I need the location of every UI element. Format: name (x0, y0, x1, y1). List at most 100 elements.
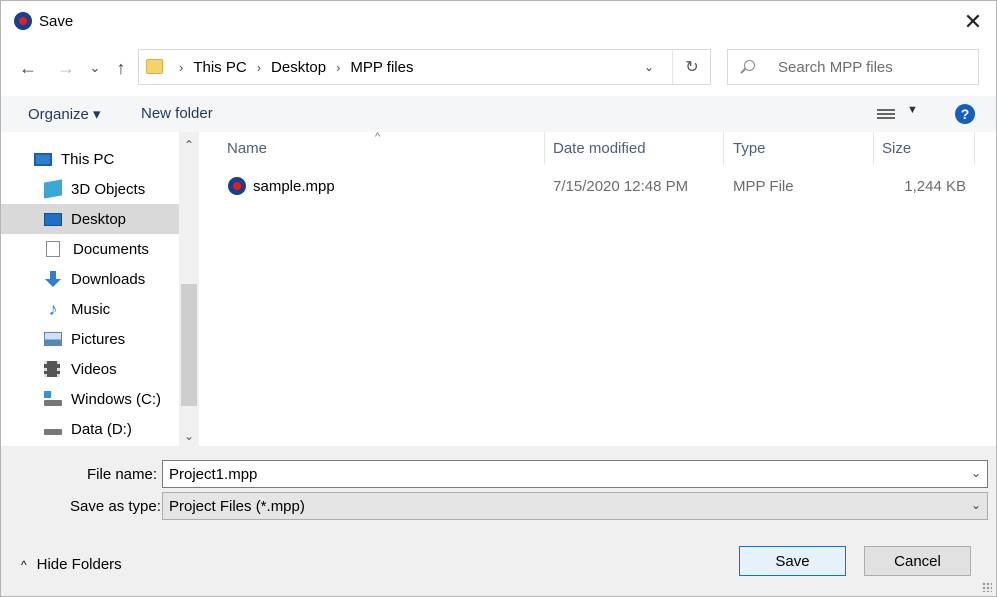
search-icon (744, 60, 755, 71)
hide-folders-label: Hide Folders (36, 556, 122, 573)
column-header-name[interactable]: Name (227, 140, 267, 157)
sidebar-item-label: 3D Objects (71, 180, 146, 198)
cancel-button[interactable]: Cancel (864, 546, 971, 576)
sidebar-item-label: Music (71, 300, 111, 318)
breadcrumb: › This PC › Desktop › MPP files (169, 50, 413, 84)
sidebar-item-documents[interactable]: Documents (1, 234, 179, 264)
breadcrumb-mpp-files[interactable]: MPP files (350, 59, 413, 76)
close-button[interactable]: ✕ (950, 1, 996, 43)
file-date: 7/15/2020 12:48 PM (553, 178, 689, 195)
save-button[interactable]: Save (739, 546, 846, 576)
sidebar-item-pictures[interactable]: Pictures (1, 324, 179, 354)
save-as-type-label: Save as type: (70, 498, 161, 515)
scroll-thumb[interactable] (181, 284, 197, 406)
close-icon: ✕ (963, 9, 983, 34)
sidebar-item-videos[interactable]: Videos (1, 354, 179, 384)
sidebar-item-label: Downloads (71, 270, 146, 288)
scroll-down-button[interactable]: ⌄ (179, 426, 199, 446)
up-button[interactable]: ↑ (107, 53, 135, 83)
breadcrumb-this-pc[interactable]: This PC (193, 59, 246, 76)
sidebar-item-desktop[interactable]: Desktop (1, 204, 179, 234)
mpp-file-icon (228, 177, 246, 195)
search-placeholder[interactable]: Search MPP files (778, 59, 893, 76)
breadcrumb-separator: › (179, 59, 184, 75)
breadcrumb-separator: › (336, 59, 341, 75)
save-dialog: Save ✕ ← → ⌄ ↑ › This PC › Desktop › MPP… (0, 0, 997, 597)
address-dropdown-button[interactable]: ⌄ (634, 50, 664, 84)
sidebar-item-3d-objects[interactable]: 3D Objects (1, 174, 179, 204)
column-divider[interactable] (974, 132, 975, 164)
sidebar-item-windows-c[interactable]: Windows (C:) (1, 384, 179, 414)
computer-icon (34, 152, 52, 166)
view-dropdown-icon[interactable]: ▼ (907, 104, 918, 116)
navigation-pane: This PC 3D Objects Desktop Documents Dow… (1, 132, 200, 446)
column-header-size[interactable]: Size (882, 140, 911, 157)
music-icon: ♪ (48, 299, 58, 319)
project-app-icon (14, 12, 32, 30)
column-header-date-modified[interactable]: Date modified (553, 140, 646, 157)
forward-button[interactable]: → (51, 53, 81, 83)
help-icon[interactable]: ? (955, 104, 975, 124)
chevron-down-icon: ⌄ (643, 60, 655, 74)
drive-icon (44, 421, 62, 437)
file-name-value[interactable]: Project1.mpp (169, 466, 257, 483)
cube-icon (44, 179, 62, 199)
sidebar-item-label: Desktop (71, 210, 127, 228)
file-name-field[interactable]: Project1.mpp ⌄ (162, 460, 988, 488)
file-type: MPP File (733, 178, 794, 195)
new-folder-button[interactable]: New folder (141, 105, 213, 122)
sidebar-item-label: Videos (71, 360, 117, 378)
sidebar-item-label: This PC (61, 150, 115, 168)
download-icon (44, 271, 62, 287)
film-icon (44, 361, 60, 377)
scroll-up-button[interactable]: ⌃ (179, 135, 199, 155)
recent-locations-button[interactable]: ⌄ (85, 53, 105, 83)
window-title: Save (39, 13, 74, 30)
address-bar[interactable]: › This PC › Desktop › MPP files ⌄ ↻ (138, 49, 711, 85)
chevron-down-icon[interactable]: ⌄ (971, 498, 981, 512)
chevron-up-icon: ^ (21, 557, 27, 572)
column-divider[interactable] (544, 132, 545, 164)
chevron-down-icon: ⌄ (89, 60, 101, 75)
search-box[interactable]: Search MPP files (727, 49, 979, 85)
column-divider[interactable] (723, 132, 724, 164)
sidebar-item-label: Windows (C:) (71, 390, 162, 408)
sidebar-item-label: Data (D:) (71, 420, 132, 438)
column-header-type[interactable]: Type (733, 140, 766, 157)
breadcrumb-desktop[interactable]: Desktop (271, 59, 326, 76)
sidebar-item-downloads[interactable]: Downloads (1, 264, 179, 294)
title-bar: Save ✕ (1, 1, 996, 43)
save-as-type-value: Project Files (*.mpp) (169, 498, 305, 515)
file-name: sample.mpp (253, 178, 335, 195)
view-options-icon[interactable] (877, 107, 895, 121)
forward-arrow-icon: → (57, 57, 75, 78)
sidebar-item-music[interactable]: ♪ Music (1, 294, 179, 324)
hide-folders-button[interactable]: ^ Hide Folders (21, 556, 122, 573)
sidebar-item-data-d[interactable]: Data (D:) (1, 414, 179, 444)
column-divider[interactable] (873, 132, 874, 164)
save-options-panel: File name: Project1.mpp ⌄ Save as type: … (1, 446, 996, 596)
command-toolbar: Organize ▾ New folder ▼ ? (1, 96, 996, 132)
file-row[interactable]: sample.mpp 7/15/2020 12:48 PM MPP File 1… (200, 174, 996, 202)
sort-ascending-icon: ^ (375, 131, 381, 143)
folder-icon (146, 59, 163, 74)
pictures-icon (44, 332, 62, 346)
drive-icon (44, 391, 62, 407)
breadcrumb-separator: › (256, 59, 262, 75)
chevron-down-icon[interactable]: ⌄ (971, 466, 981, 480)
file-name-label: File name: (87, 466, 158, 483)
back-button[interactable]: ← (13, 53, 43, 83)
file-list: Name ^ Date modified Type Size sample.mp… (200, 131, 996, 446)
refresh-button[interactable]: ↻ (672, 50, 711, 84)
resize-grip[interactable] (982, 582, 992, 592)
refresh-icon: ↻ (685, 59, 699, 76)
organize-menu[interactable]: Organize ▾ (28, 105, 101, 123)
back-arrow-icon: ← (19, 57, 37, 78)
file-size: 1,244 KB (904, 178, 966, 195)
sidebar-item-this-pc[interactable]: This PC (1, 144, 179, 174)
save-as-type-select[interactable]: Project Files (*.mpp) ⌄ (162, 492, 988, 520)
up-arrow-icon: ↑ (116, 57, 126, 78)
sidebar-scrollbar[interactable]: ⌃ ⌄ (179, 132, 199, 446)
sidebar-item-label: Documents (73, 240, 149, 258)
sidebar-item-label: Pictures (71, 330, 126, 348)
